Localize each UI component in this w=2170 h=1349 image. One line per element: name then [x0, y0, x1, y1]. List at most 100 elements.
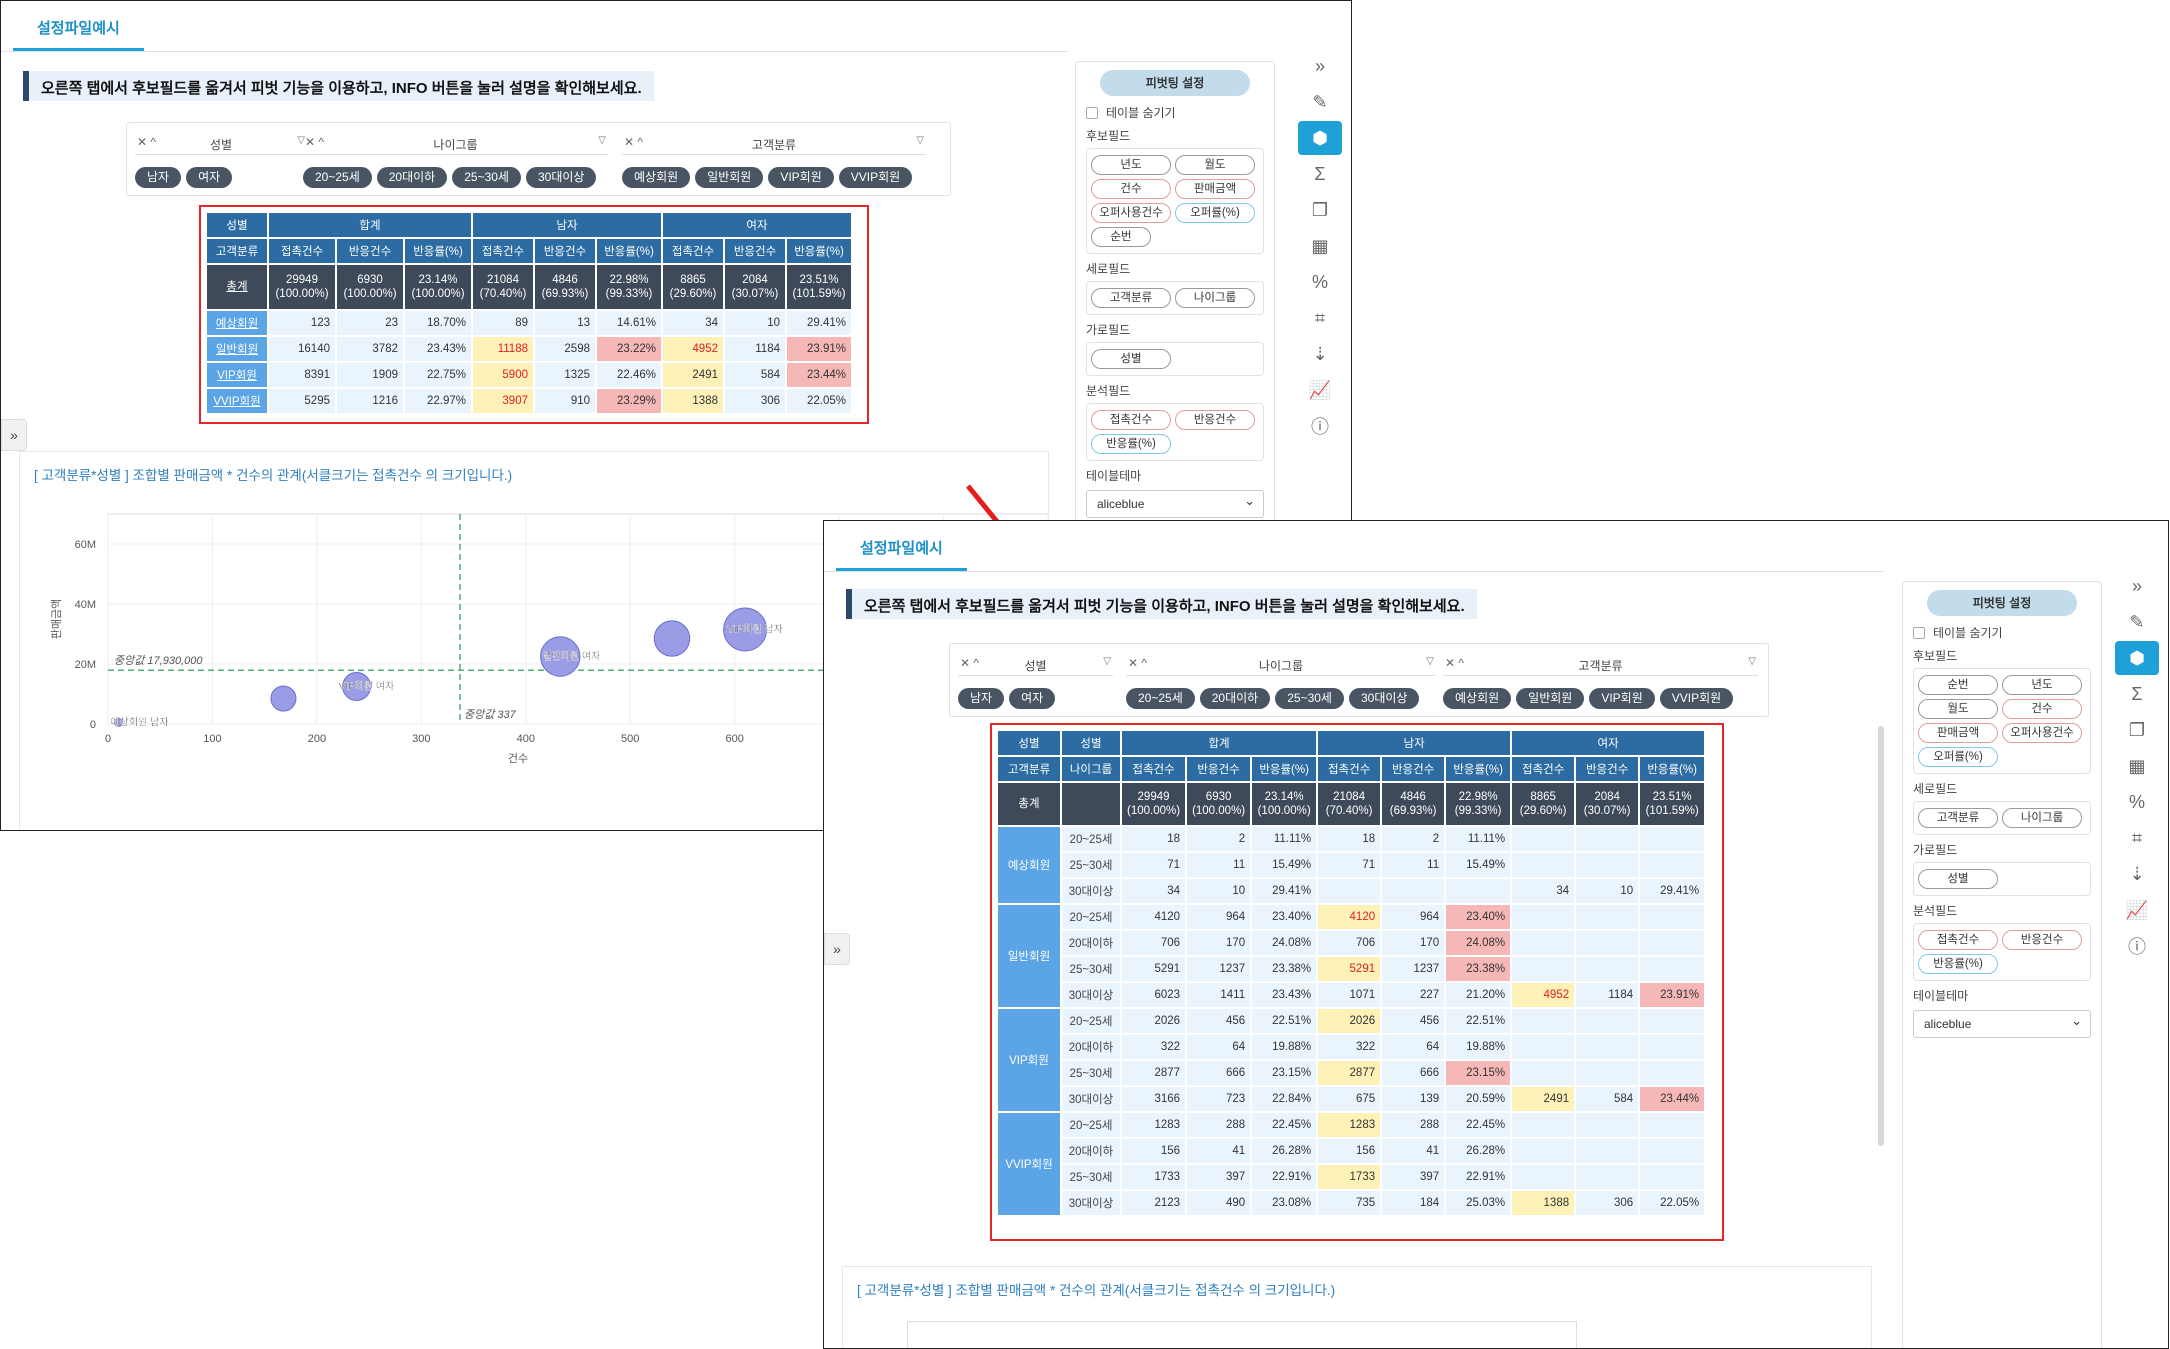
line-chart-icon[interactable]: 📈 [1298, 373, 1342, 407]
field-chip[interactable]: 성별 [1918, 869, 1998, 889]
table-cell: 34 [1122, 879, 1186, 903]
chip-male[interactable]: 남자 [958, 688, 1005, 709]
sigma-icon[interactable]: Σ [2115, 677, 2159, 711]
chip-regular[interactable]: 일반회원 [1516, 688, 1585, 709]
row-group-label[interactable]: 일반회원 [998, 905, 1060, 1007]
chip-vip[interactable]: VIP회원 [768, 167, 834, 188]
sort-icon[interactable]: ⇣ [2115, 857, 2159, 891]
row-group-label[interactable]: 예상회원 [998, 827, 1060, 903]
info-icon[interactable]: ⓘ [2115, 929, 2159, 963]
layout-icon[interactable]: ▦ [1298, 229, 1342, 263]
chip-age-under-20s[interactable]: 20대이하 [376, 167, 448, 188]
chip-vvip[interactable]: VVIP회원 [838, 167, 913, 188]
field-chip[interactable]: 년도 [1091, 155, 1171, 175]
checkbox-icon[interactable] [1913, 626, 1925, 639]
percent-icon[interactable]: % [1298, 265, 1342, 299]
chip-vip[interactable]: VIP회원 [1589, 688, 1655, 709]
cube-icon[interactable]: ⬢ [2115, 641, 2159, 675]
row-label-prospect[interactable]: 예상회원 [207, 311, 267, 335]
edit-icon[interactable]: ✎ [2115, 605, 2159, 639]
field-chip[interactable]: 순번 [1918, 675, 1998, 695]
table-cell [1446, 879, 1511, 903]
field-chip[interactable]: 오퍼사용건수 [2002, 723, 2082, 743]
filter-dropdown-icon[interactable]: ▽ [1748, 656, 1756, 667]
row-label-vip[interactable]: VIP회원 [207, 363, 267, 387]
sigma-icon[interactable]: Σ [1298, 157, 1342, 191]
field-chip[interactable]: 건수 [2002, 699, 2082, 719]
field-chip[interactable]: 판매금액 [1918, 723, 1998, 743]
field-chip[interactable]: 월도 [1918, 699, 1998, 719]
filter-dropdown-icon[interactable]: ▽ [598, 135, 606, 146]
cube-icon[interactable]: ⬢ [1298, 121, 1342, 155]
expand-left-button[interactable]: » [824, 933, 850, 965]
field-chip[interactable]: 반응률(%) [1918, 954, 1998, 974]
field-chip[interactable]: 반응률(%) [1091, 434, 1171, 454]
chip-age-25-30[interactable]: 25~30세 [452, 167, 521, 188]
row-label-regular[interactable]: 일반회원 [207, 337, 267, 361]
double-chevron-icon[interactable]: » [2115, 569, 2159, 603]
field-chip[interactable]: 순번 [1091, 227, 1151, 247]
field-chip[interactable]: 반응건수 [2002, 930, 2082, 950]
field-chip[interactable]: 오퍼사용건수 [1091, 203, 1171, 223]
scatter-point [653, 620, 691, 657]
chip-female[interactable]: 여자 [186, 167, 233, 188]
crop-icon[interactable]: ⌗ [2115, 821, 2159, 855]
field-chip[interactable]: 성별 [1091, 349, 1171, 369]
field-chip[interactable]: 나이그룹 [2002, 808, 2082, 828]
row-group-label[interactable]: VVIP회원 [998, 1113, 1060, 1215]
edit-icon[interactable]: ✎ [1298, 85, 1342, 119]
filter-dropdown-icon[interactable]: ▽ [1103, 656, 1111, 667]
filter-dropdown-icon[interactable]: ▽ [1426, 656, 1434, 667]
chip-prospect[interactable]: 예상회원 [622, 167, 691, 188]
tab-settings-example[interactable]: 설정파일예시 [836, 521, 967, 571]
age-label: 20대이하 [1062, 1139, 1120, 1163]
info-icon[interactable]: ⓘ [1298, 409, 1342, 443]
chip-vvip[interactable]: VVIP회원 [1659, 688, 1734, 709]
field-chip[interactable]: 판매금액 [1175, 179, 1255, 199]
crop-icon[interactable]: ⌗ [1298, 301, 1342, 335]
chip-age-20-25[interactable]: 20~25세 [303, 167, 372, 188]
checkbox-icon[interactable] [1086, 106, 1098, 119]
sort-icon[interactable]: ⇣ [1298, 337, 1342, 371]
hide-table-checkbox[interactable]: 테이블 숨기기 [1086, 104, 1264, 121]
table-cell: 2026 [1122, 1009, 1186, 1033]
copy-check-icon[interactable]: ❐ [1298, 193, 1342, 227]
field-chip[interactable]: 오퍼률(%) [1918, 747, 1998, 767]
chip-prospect[interactable]: 예상회원 [1443, 688, 1512, 709]
chip-age-20-25[interactable]: 20~25세 [1126, 688, 1195, 709]
field-chip[interactable]: 오퍼률(%) [1175, 203, 1255, 223]
filter-dropdown-icon[interactable]: ▽ [916, 135, 924, 146]
theme-select[interactable]: aliceblue [1086, 490, 1264, 518]
chip-male[interactable]: 남자 [135, 167, 182, 188]
chip-age-30s-plus[interactable]: 30대이상 [1348, 688, 1420, 709]
expand-left-button[interactable]: » [1, 419, 27, 451]
field-chip[interactable]: 반응건수 [1175, 410, 1255, 430]
total-label[interactable]: 총계 [207, 265, 267, 309]
field-chip[interactable]: 년도 [2002, 675, 2082, 695]
field-chip[interactable]: 고객분류 [1918, 808, 1998, 828]
chip-female[interactable]: 여자 [1009, 688, 1056, 709]
chip-regular[interactable]: 일반회원 [695, 167, 764, 188]
chip-age-under-20s[interactable]: 20대이하 [1199, 688, 1271, 709]
table-cell: 10 [1187, 879, 1251, 903]
layout-icon[interactable]: ▦ [2115, 749, 2159, 783]
tab-settings-example[interactable]: 설정파일예시 [13, 1, 144, 51]
percent-icon[interactable]: % [2115, 785, 2159, 819]
theme-select[interactable]: aliceblue [1913, 1010, 2091, 1038]
field-chip[interactable]: 월도 [1175, 155, 1255, 175]
line-chart-icon[interactable]: 📈 [2115, 893, 2159, 927]
hide-table-checkbox[interactable]: 테이블 숨기기 [1913, 624, 2091, 641]
field-chip[interactable]: 고객분류 [1091, 288, 1171, 308]
field-chip[interactable]: 건수 [1091, 179, 1171, 199]
chip-age-30s-plus[interactable]: 30대이상 [525, 167, 597, 188]
field-chip[interactable]: 나이그룹 [1175, 288, 1255, 308]
double-chevron-icon[interactable]: » [1298, 49, 1342, 83]
row-label-vvip[interactable]: VVIP회원 [207, 389, 267, 413]
field-chip[interactable]: 접촉건수 [1918, 930, 1998, 950]
point-label: 예상회원 남자 [110, 717, 168, 729]
col-field-label: 가로필드 [1913, 843, 1958, 857]
chip-age-25-30[interactable]: 25~30세 [1275, 688, 1344, 709]
field-chip[interactable]: 접촉건수 [1091, 410, 1171, 430]
copy-check-icon[interactable]: ❐ [2115, 713, 2159, 747]
row-group-label[interactable]: VIP회원 [998, 1009, 1060, 1111]
